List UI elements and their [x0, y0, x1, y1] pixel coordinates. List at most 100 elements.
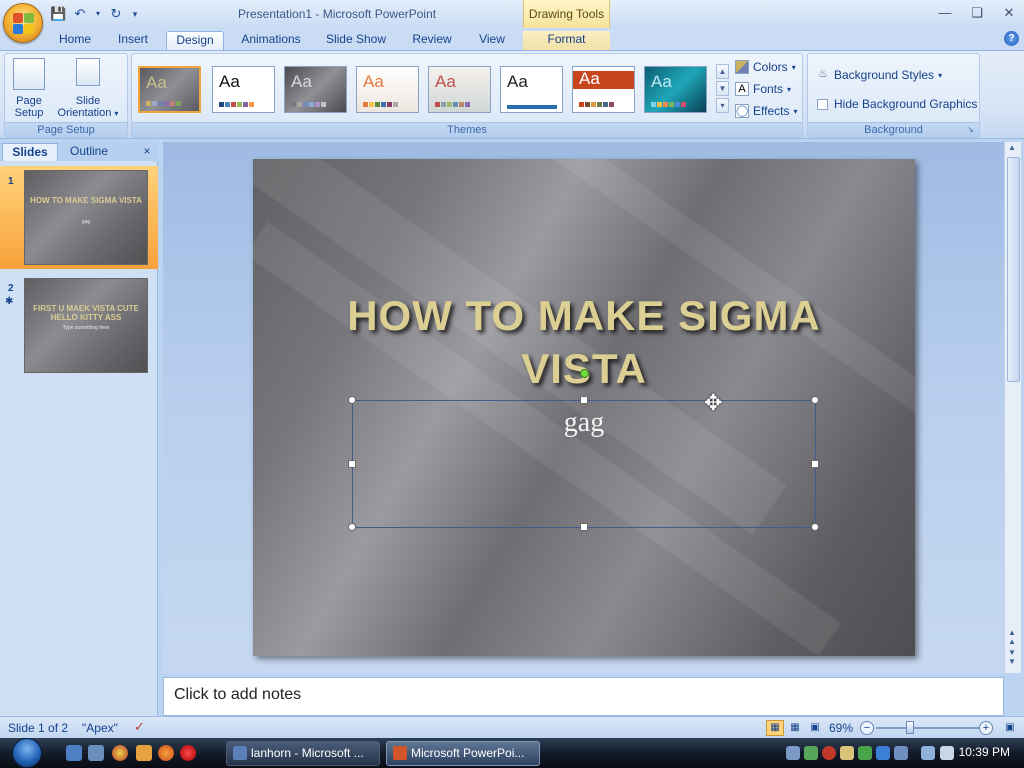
theme-thumbnail-soft[interactable]: Aa	[428, 66, 491, 113]
fit-to-window-icon[interactable]: ▣	[1001, 720, 1019, 736]
theme-effects-button[interactable]: ◯ Effects ▾	[735, 102, 797, 120]
resize-handle-top[interactable]	[580, 396, 588, 404]
resize-handle-bottom-left[interactable]	[348, 523, 356, 531]
page-setup-group: Page Setup Slide Orientation ▾ Page Setu…	[4, 53, 128, 138]
dialog-launcher-icon[interactable]: ↘	[967, 126, 976, 135]
slide-title[interactable]: HOW TO MAKE SIGMA VISTA	[293, 289, 875, 395]
start-button[interactable]	[8, 738, 48, 768]
tab-slides[interactable]: Slides	[2, 143, 58, 161]
clock[interactable]: 10:39 PM	[959, 745, 1010, 759]
office-button[interactable]	[3, 3, 43, 43]
messenger-icon[interactable]	[894, 746, 908, 760]
notes-pane[interactable]: Click to add notes	[163, 677, 1004, 716]
theme-thumbnail-aqua[interactable]: Aa	[644, 66, 707, 113]
close-pane-icon[interactable]: ×	[140, 143, 154, 161]
zoom-out-icon[interactable]: −	[860, 721, 874, 735]
next-slide-icon[interactable]: ▼ ▼	[1008, 648, 1016, 666]
notes-placeholder[interactable]: Click to add notes	[174, 686, 301, 704]
tray-app-icon[interactable]	[840, 746, 854, 760]
subtitle-placeholder[interactable]: gag	[348, 369, 819, 531]
page-setup-button[interactable]: Page Setup	[9, 58, 49, 119]
firefox-icon[interactable]	[158, 745, 174, 761]
theme-thumbnail-teal[interactable]: Aa	[500, 66, 563, 113]
theme-thumbnail-office[interactable]: Aa	[212, 66, 275, 113]
slide-show-icon[interactable]: ▣	[806, 720, 824, 736]
info-icon[interactable]	[876, 746, 890, 760]
slide-subtitle[interactable]: gag	[353, 407, 815, 439]
volume-muted-icon[interactable]	[940, 746, 954, 760]
theme-thumbnail-red-band[interactable]: Aa	[572, 66, 635, 113]
window-icon	[233, 746, 247, 760]
gallery-scroll-up[interactable]: ▲	[716, 64, 729, 79]
undo-icon[interactable]: ↶	[72, 6, 88, 22]
theme-thumbnail-apex[interactable]: Aa	[138, 66, 201, 113]
theme-thumbnail-warm[interactable]: Aa	[356, 66, 419, 113]
show-desktop-icon[interactable]	[66, 745, 82, 761]
resize-handle-right[interactable]	[811, 460, 819, 468]
slide-orientation-button[interactable]: Slide Orientation ▾	[51, 58, 125, 120]
tab-home[interactable]: Home	[50, 31, 100, 50]
zoom-in-icon[interactable]: +	[979, 721, 993, 735]
animation-icon: ✱	[5, 296, 14, 307]
undo-dropdown-icon[interactable]: ▾	[94, 6, 102, 22]
tab-view[interactable]: View	[470, 31, 514, 50]
antivirus-icon[interactable]	[822, 746, 836, 760]
scrollbar-thumb[interactable]	[1007, 157, 1020, 382]
background-styles-button[interactable]: ♨ Background Styles ▾	[816, 66, 942, 84]
tab-format[interactable]: Format	[523, 31, 610, 50]
tab-animations[interactable]: Animations	[232, 31, 310, 50]
powerpoint-icon	[393, 746, 407, 760]
close-button[interactable]: ✕	[997, 4, 1021, 22]
zoom-slider-track[interactable]	[876, 727, 982, 729]
resize-handle-top-right[interactable]	[811, 396, 819, 404]
slide-sorter-icon[interactable]: ▦	[786, 720, 804, 736]
tab-slide-show[interactable]: Slide Show	[318, 31, 394, 50]
taskbar-button-powerpoint[interactable]: Microsoft PowerPoi...	[386, 741, 540, 766]
customize-toolbar-icon[interactable]: ▾	[130, 6, 140, 22]
theme-fonts-button[interactable]: A Fonts ▾	[735, 80, 791, 98]
tab-outline[interactable]: Outline	[60, 143, 118, 161]
switch-windows-icon[interactable]	[88, 745, 104, 761]
network-icon[interactable]	[786, 746, 800, 760]
mail-icon[interactable]	[136, 745, 152, 761]
taskbar-button-lanhorn[interactable]: lanhorn - Microsoft ...	[226, 741, 380, 766]
redo-icon[interactable]: ↻	[108, 6, 124, 22]
maximize-button[interactable]: ❏	[965, 4, 989, 22]
theme-colors-button[interactable]: Colors ▾	[735, 58, 796, 76]
rotation-handle[interactable]	[580, 369, 589, 378]
slide-2-thumbnail[interactable]: FIRST U MAEK VISTA CUTE HELLO KITTY ASS …	[24, 278, 148, 373]
resize-handle-top-left[interactable]	[348, 396, 356, 404]
zoom-slider-knob[interactable]	[906, 721, 914, 734]
security-icon[interactable]	[804, 746, 818, 760]
minimize-button[interactable]: —	[933, 4, 957, 22]
resize-handle-left[interactable]	[348, 460, 356, 468]
slide-1-thumbnail[interactable]: HOW TO MAKE SIGMA VISTA gag	[24, 170, 148, 265]
tab-design[interactable]: Design	[166, 31, 224, 50]
spelling-check-icon[interactable]: ✓	[134, 719, 145, 735]
vertical-scrollbar[interactable]: ▲ ▲ ▲ ▼ ▼	[1004, 142, 1021, 673]
network-status-icon[interactable]	[921, 746, 935, 760]
slide-canvas[interactable]: HOW TO MAKE SIGMA VISTA gag	[253, 159, 915, 656]
slide-1-thumb-subtitle: gag	[81, 219, 91, 225]
gallery-scroll-down[interactable]: ▼	[716, 81, 729, 96]
resize-handle-bottom[interactable]	[580, 523, 588, 531]
theme-name: "Apex"	[82, 721, 118, 735]
zoom-level[interactable]: 69%	[829, 721, 853, 735]
gallery-more[interactable]: ▾	[716, 98, 729, 113]
theme-thumbnail-gray[interactable]: Aa	[284, 66, 347, 113]
slides-pane: Slides Outline × 1 HOW TO MAKE SIGMA VIS…	[0, 142, 158, 716]
save-icon[interactable]: 💾	[50, 6, 66, 22]
previous-slide-icon[interactable]: ▲ ▲	[1008, 628, 1016, 646]
resize-handle-bottom-right[interactable]	[811, 523, 819, 531]
opera-icon[interactable]	[180, 745, 196, 761]
hide-background-graphics-checkbox[interactable]: Hide Background Graphics	[817, 95, 977, 113]
help-icon[interactable]: ?	[1004, 31, 1019, 46]
tab-review[interactable]: Review	[402, 31, 462, 50]
windows-logo-icon	[12, 738, 42, 768]
scroll-up-icon[interactable]: ▲	[1008, 143, 1016, 152]
check-icon[interactable]	[858, 746, 872, 760]
chrome-icon[interactable]	[112, 745, 128, 761]
slide-2-thumb-title: FIRST U MAEK VISTA CUTE HELLO KITTY ASS	[33, 304, 139, 322]
tab-insert[interactable]: Insert	[108, 31, 158, 50]
normal-view-icon[interactable]: ▦	[766, 720, 784, 736]
